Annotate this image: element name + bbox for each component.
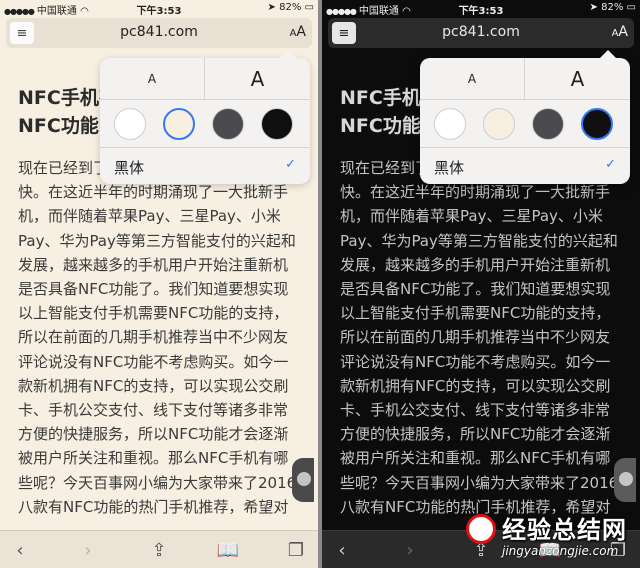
url-label[interactable]: pc841.com	[6, 24, 312, 40]
reader-settings-popover: A A 黑体 ✓	[100, 50, 310, 184]
left-reader-view: ●●●●● 中国联通 ◠ 下午3:53 ➤ 82% ▭ ≡ pc841.com A…	[0, 0, 318, 568]
scroll-handle[interactable]	[614, 458, 636, 502]
font-size-row: A A	[420, 58, 630, 100]
article-body: 现在已经到了双十一的时候，时间过得真 快。在这近半年的时期涌现了一大批新手 机，…	[18, 159, 297, 516]
url-label[interactable]: pc841.com	[328, 24, 634, 40]
article-body: 现在已经到了双十一的时候，时间过得真 快。在这近半年的时期涌现了一大批新手 机，…	[340, 159, 619, 516]
increase-font-size-button[interactable]: A	[205, 58, 310, 100]
watermark-text: 经验总结网	[502, 516, 627, 544]
theme-white-swatch[interactable]	[434, 108, 466, 140]
share-icon[interactable]: ⇪	[145, 539, 173, 561]
right-reader-view: ●●●●● 中国联通 ◠ 下午3:53 ➤ 82% ▭ ≡ pc841.com A…	[322, 0, 640, 568]
site-watermark: 经验总结网 jingyanzongjie.com	[460, 510, 640, 568]
text-size-button[interactable]: AA	[290, 24, 306, 40]
back-icon[interactable]: ‹	[6, 539, 34, 561]
forward-icon[interactable]: ›	[74, 539, 102, 561]
decrease-font-size-button[interactable]: A	[100, 58, 205, 100]
location-icon: ➤	[589, 2, 598, 13]
font-size-row: A A	[100, 58, 310, 100]
battery-percent: 82%	[279, 2, 302, 13]
increase-font-size-button[interactable]: A	[525, 58, 630, 100]
battery-percent: 82%	[601, 2, 624, 13]
theme-white-swatch[interactable]	[114, 108, 146, 140]
reader-settings-popover: A A 黑体 ✓	[420, 50, 630, 184]
battery-icon: ▭	[626, 2, 636, 13]
tabs-icon[interactable]: ❐	[282, 539, 310, 561]
theme-gray-swatch[interactable]	[532, 108, 564, 140]
watermark-logo-icon	[466, 514, 496, 544]
address-bar[interactable]: ≡ pc841.com AA	[328, 18, 634, 48]
theme-row	[100, 100, 310, 148]
battery-icon: ▭	[304, 2, 314, 13]
location-icon: ➤	[267, 2, 276, 13]
font-name-label: 黑体	[114, 159, 145, 177]
address-bar[interactable]: ≡ pc841.com AA	[6, 18, 312, 48]
theme-black-swatch[interactable]	[261, 108, 293, 140]
theme-gray-swatch[interactable]	[212, 108, 244, 140]
forward-icon[interactable]: ›	[396, 539, 424, 561]
scroll-handle[interactable]	[292, 458, 314, 502]
theme-sepia-swatch[interactable]	[163, 108, 195, 140]
theme-black-swatch[interactable]	[581, 108, 613, 140]
checkmark-icon: ✓	[285, 157, 296, 172]
bookmarks-icon[interactable]: 📖	[214, 539, 242, 561]
watermark-url: jingyanzongjie.com	[502, 544, 619, 558]
back-icon[interactable]: ‹	[328, 539, 356, 561]
theme-sepia-swatch[interactable]	[483, 108, 515, 140]
bottom-toolbar: ‹ › ⇪ 📖 ❐	[0, 530, 318, 568]
status-bar: ●●●●● 中国联通 ◠ 下午3:53 ➤ 82% ▭	[0, 0, 318, 17]
font-option-heiti[interactable]: 黑体 ✓	[100, 148, 310, 184]
decrease-font-size-button[interactable]: A	[420, 58, 525, 100]
font-option-heiti[interactable]: 黑体 ✓	[420, 148, 630, 184]
theme-row	[420, 100, 630, 148]
status-bar: ●●●●● 中国联通 ◠ 下午3:53 ➤ 82% ▭	[322, 0, 640, 17]
text-size-button[interactable]: AA	[612, 24, 628, 40]
font-name-label: 黑体	[434, 159, 465, 177]
checkmark-icon: ✓	[605, 157, 616, 172]
